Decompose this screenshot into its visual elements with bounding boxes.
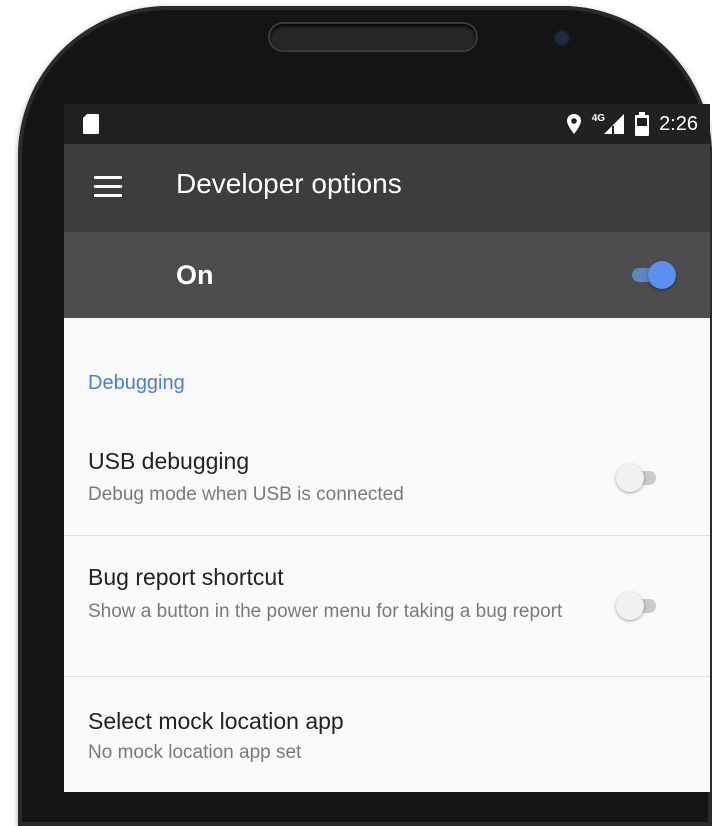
setting-title: USB debugging: [88, 448, 250, 474]
phone-frame: 4G 2:26 Developer options On Debugging U…: [18, 6, 712, 826]
master-toggle-switch[interactable]: [630, 257, 676, 293]
sd-card-icon: [83, 114, 99, 134]
menu-icon[interactable]: [94, 176, 122, 200]
location-icon: [566, 114, 581, 134]
earpiece-speaker: [270, 24, 476, 50]
switch-thumb: [648, 261, 676, 289]
switch-thumb: [616, 592, 644, 620]
master-switch-label: On: [176, 260, 214, 290]
status-bar: 4G 2:26: [64, 104, 710, 144]
setting-title: Select mock location app: [88, 708, 344, 734]
category-header-debugging: Debugging: [88, 372, 185, 394]
switch-thumb: [616, 464, 644, 492]
front-camera: [556, 32, 568, 44]
master-switch-bar[interactable]: On: [64, 232, 710, 318]
page-title: Developer options: [176, 168, 402, 199]
setting-bug-report-shortcut[interactable]: Bug report shortcut Show a button in the…: [64, 536, 710, 676]
setting-mock-location-app[interactable]: Select mock location app No mock locatio…: [64, 677, 710, 792]
battery-icon: [635, 112, 650, 136]
app-toolbar: Developer options: [64, 144, 710, 232]
status-time: 2:26: [659, 112, 698, 135]
signal-icon: [604, 114, 625, 134]
setting-summary: Debug mode when USB is connected: [88, 484, 404, 505]
setting-title: Bug report shortcut: [88, 564, 284, 590]
bug-report-shortcut-switch[interactable]: [616, 588, 660, 624]
setting-summary: Show a button in the power menu for taki…: [88, 601, 563, 622]
usb-debugging-switch[interactable]: [616, 460, 660, 496]
status-icons: 4G 2:26: [566, 104, 698, 144]
setting-summary: No mock location app set: [88, 742, 302, 763]
setting-usb-debugging[interactable]: USB debugging Debug mode when USB is con…: [64, 424, 710, 534]
screen: 4G 2:26 Developer options On Debugging U…: [64, 104, 710, 792]
